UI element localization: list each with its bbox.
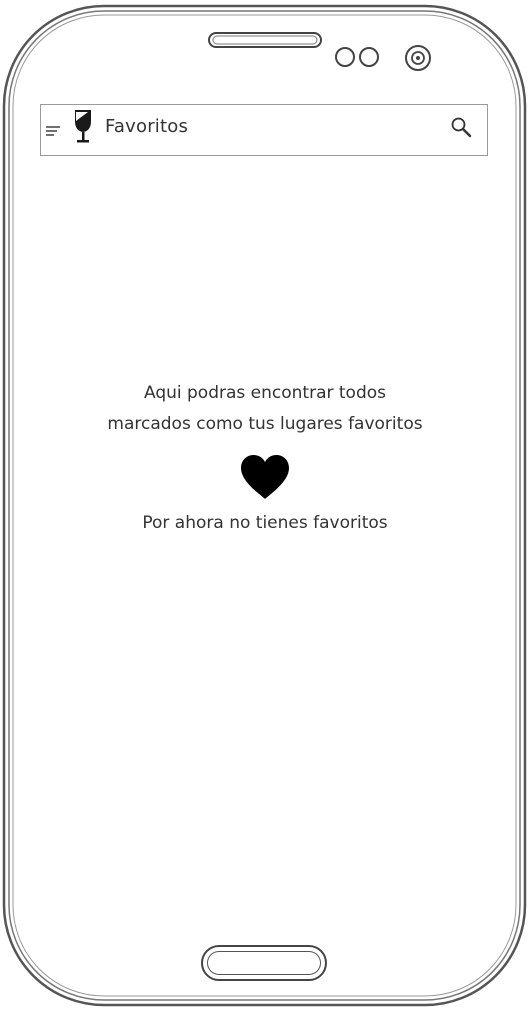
empty-state: Aqui podras encontrar todos marcados com… xyxy=(60,378,470,536)
empty-message-line-1: Aqui podras encontrar todos xyxy=(143,383,386,403)
sensor-dots xyxy=(335,47,379,67)
empty-subtitle: Por ahora no tienes favoritos xyxy=(142,513,388,533)
heart-icon xyxy=(241,455,289,499)
front-camera xyxy=(405,45,431,71)
app-bar: Favoritos xyxy=(40,104,488,156)
menu-icon[interactable] xyxy=(45,123,61,139)
speaker-grille xyxy=(208,32,322,48)
search-icon[interactable] xyxy=(450,116,472,138)
empty-message-line-2: marcados como tus lugares favoritos xyxy=(107,414,423,434)
heart-icon-wrap xyxy=(239,454,291,500)
home-button[interactable] xyxy=(201,945,327,981)
page-title: Favoritos xyxy=(105,116,189,137)
wine-glass-logo-icon xyxy=(75,110,91,143)
